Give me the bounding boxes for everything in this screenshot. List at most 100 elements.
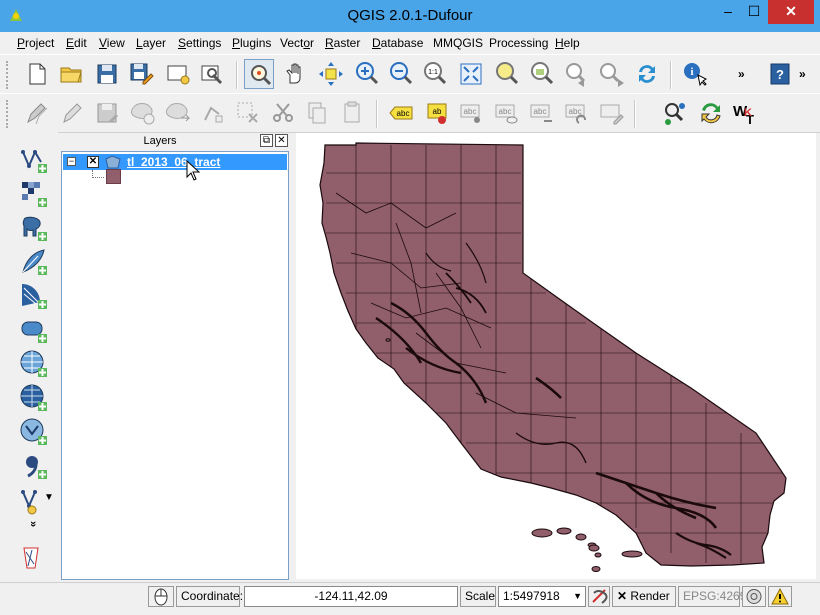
layer-diagram-button[interactable]: ab (422, 98, 452, 128)
zoom-full-button[interactable] (456, 59, 486, 89)
pin-labels-button[interactable]: abc (456, 98, 486, 128)
layer-toolbar-overflow[interactable]: » (27, 521, 39, 527)
wkt-tool-button[interactable]: WTK (730, 98, 760, 128)
menu-processing[interactable]: Processing (489, 36, 548, 50)
node-tool-button[interactable] (198, 98, 228, 128)
zoom-next-button[interactable] (596, 59, 626, 89)
projection-globe-icon (746, 589, 762, 604)
delete-selected-button[interactable] (233, 98, 263, 128)
zoom-to-layer-button[interactable] (526, 59, 556, 89)
layers-panel: Layers ⧉ ✕ − ✕ tl_2013_06_tract (60, 133, 290, 580)
cut-features-button[interactable] (268, 98, 298, 128)
layer-labeling-button[interactable]: abc (386, 98, 416, 128)
pan-to-selection-button[interactable] (316, 59, 346, 89)
open-project-button[interactable] (56, 59, 86, 89)
layer-toolbar-dropdown-icon[interactable]: ▼ (44, 492, 54, 503)
render-checkbox[interactable]: ✕ Render (612, 586, 676, 607)
panel-float-button[interactable]: ⧉ (260, 134, 273, 147)
scale-combobox[interactable]: 1:5497918 ▼ (498, 586, 586, 607)
paste-features-button[interactable] (337, 98, 367, 128)
layer-style-icon (23, 547, 39, 569)
menu-vector[interactable]: Vector (280, 36, 314, 50)
add-vector-layer-button[interactable] (18, 144, 50, 176)
add-oracle-layer-button[interactable] (18, 314, 50, 346)
save-project-button[interactable] (92, 59, 122, 89)
pan-zoom-select-button[interactable] (244, 59, 274, 89)
hand-icon (286, 63, 301, 84)
save-as-button[interactable] (126, 59, 156, 89)
add-feature-button[interactable] (128, 98, 158, 128)
pan-map-button[interactable] (280, 59, 310, 89)
toggle-extents-button[interactable] (148, 586, 174, 607)
menu-edit[interactable]: Edit (66, 36, 87, 50)
toolbar-overflow-2[interactable]: » (799, 67, 806, 81)
layer-visibility-checkbox[interactable]: ✕ (87, 156, 99, 168)
remove-layer-button[interactable] (18, 542, 50, 574)
copy-features-button[interactable] (302, 98, 332, 128)
touch-zoom-icon (251, 65, 272, 86)
zoom-to-selection-button[interactable] (491, 59, 521, 89)
svg-text:abc: abc (499, 107, 512, 116)
move-label-button[interactable]: abc (526, 98, 556, 128)
crs-globe-button[interactable] (742, 586, 766, 607)
layer-symbol-swatch[interactable] (106, 169, 121, 184)
layer-item-tl-2013-06-tract[interactable]: − ✕ tl_2013_06_tract (63, 154, 287, 170)
mmqgis-animate-button[interactable] (696, 98, 726, 128)
zoom-in-button[interactable] (352, 59, 382, 89)
menu-view[interactable]: View (99, 36, 125, 50)
save-layer-edits-button[interactable] (92, 98, 122, 128)
spatialite-feather-icon (22, 249, 47, 275)
menu-help[interactable]: Help (555, 36, 580, 50)
change-label-button[interactable] (596, 98, 626, 128)
menu-raster[interactable]: Raster (325, 36, 360, 50)
messages-button[interactable] (768, 586, 792, 607)
menu-database[interactable]: Database (372, 36, 423, 50)
toolbar-grip[interactable] (6, 100, 10, 128)
current-edits-button[interactable] (22, 98, 52, 128)
wms-globe-icon (20, 350, 47, 377)
add-wms-layer-button[interactable] (18, 348, 50, 380)
add-mssql-layer-button[interactable] (18, 280, 50, 312)
stop-render-icon (592, 589, 608, 604)
zoom-out-button[interactable] (386, 59, 416, 89)
toggle-editing-button[interactable] (56, 98, 86, 128)
move-feature-button[interactable] (163, 98, 193, 128)
help-button[interactable]: ? (765, 59, 795, 89)
maximize-button[interactable]: ☐ (741, 0, 767, 24)
add-wcs-layer-button[interactable] (18, 382, 50, 414)
minimize-button[interactable]: – (715, 0, 741, 24)
zoom-actual-size-button[interactable]: 1:1 (420, 59, 450, 89)
layer-name[interactable]: tl_2013_06_tract (127, 155, 220, 169)
add-raster-layer-button[interactable] (18, 178, 50, 210)
close-button[interactable]: ✕ (768, 0, 814, 24)
refresh-button[interactable] (632, 59, 662, 89)
mouse-cursor-icon (186, 160, 201, 181)
new-print-composer-button[interactable] (163, 59, 193, 89)
new-project-button[interactable] (22, 59, 52, 89)
select-features-button[interactable] (660, 98, 690, 128)
add-spatialite-layer-button[interactable] (18, 246, 50, 278)
menu-layer[interactable]: Layer (136, 36, 166, 50)
crs-status-button[interactable]: EPSG:4269 (678, 586, 746, 607)
toolbar-overflow-1[interactable]: » (738, 67, 745, 81)
menu-settings[interactable]: Settings (178, 36, 221, 50)
map-canvas[interactable] (296, 133, 816, 579)
rotate-label-button[interactable]: abc (561, 98, 591, 128)
chevron-down-icon[interactable]: ▼ (573, 587, 582, 606)
zoom-last-button[interactable] (562, 59, 592, 89)
coordinate-field[interactable]: -124.11,42.09 (244, 586, 458, 607)
menu-mmqgis[interactable]: MMQGIS (433, 36, 483, 50)
identify-features-button[interactable]: i (680, 59, 710, 89)
menu-project[interactable]: Project (17, 36, 54, 50)
layer-collapse-toggle[interactable]: − (67, 157, 76, 166)
toolbar-grip[interactable] (6, 61, 10, 89)
svg-text:K: K (744, 107, 752, 119)
composer-manager-button[interactable] (197, 59, 227, 89)
panel-close-button[interactable]: ✕ (275, 134, 288, 147)
show-hide-labels-button[interactable]: abc (491, 98, 521, 128)
add-postgis-layer-button[interactable] (18, 212, 50, 244)
stop-render-button[interactable] (588, 586, 610, 607)
menu-plugins[interactable]: Plugins (232, 36, 271, 50)
add-wfs-layer-button[interactable] (18, 416, 50, 448)
add-delimited-text-layer-button[interactable] (18, 450, 50, 482)
